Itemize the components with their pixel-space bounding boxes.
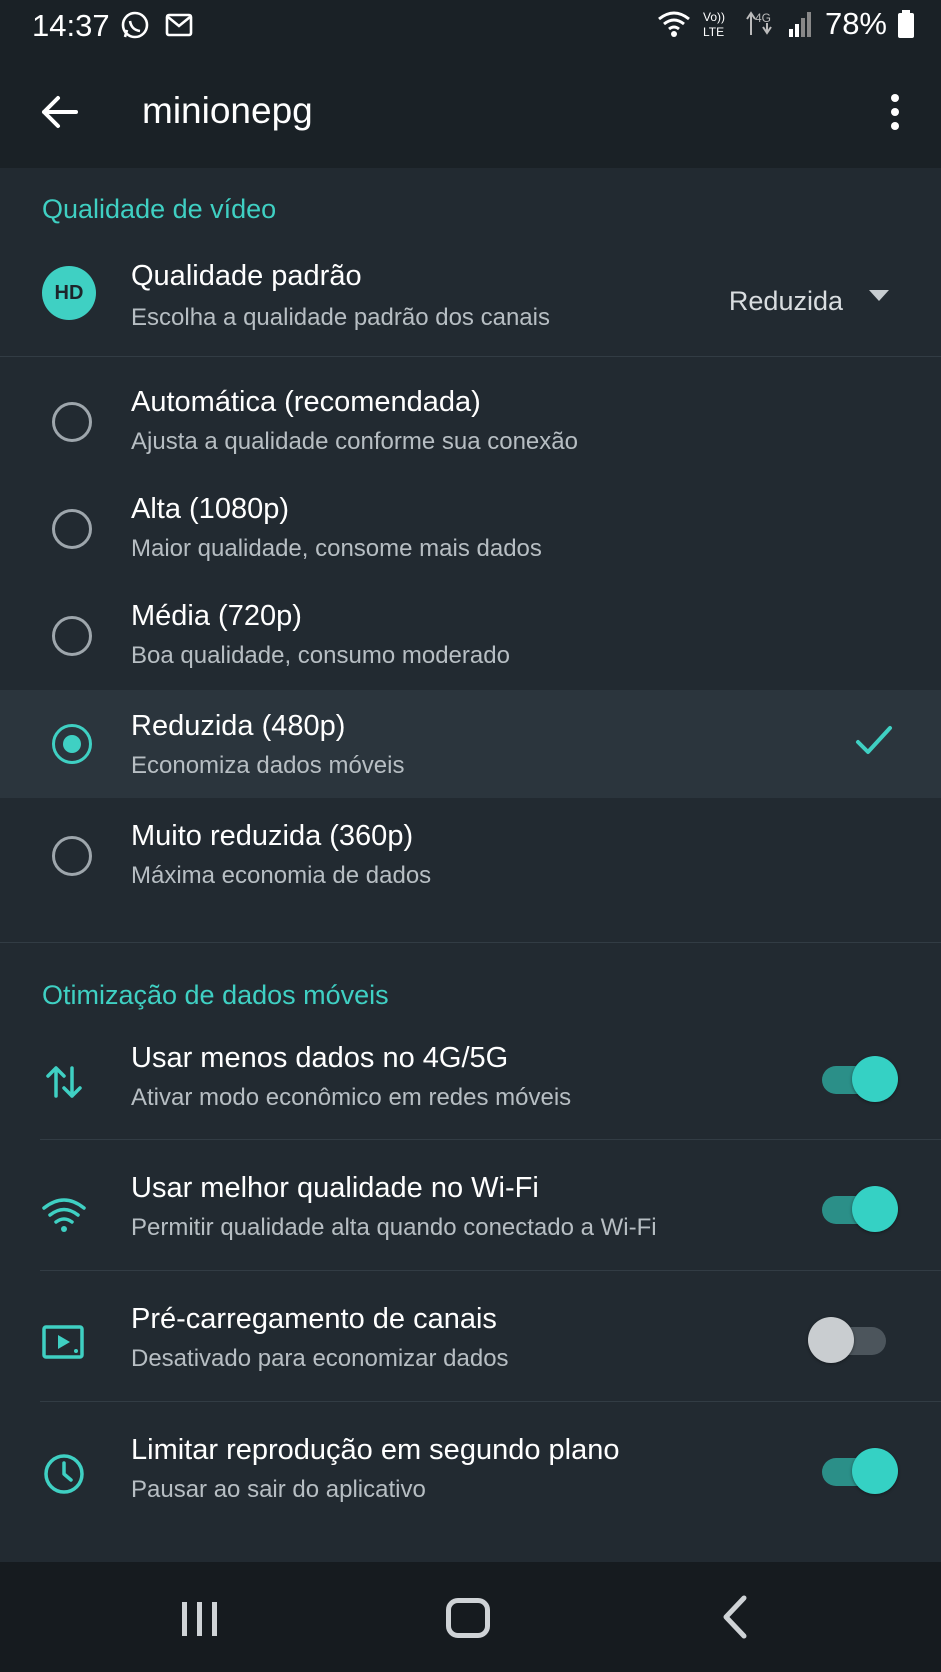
clock-icon [44, 1454, 84, 1494]
setting-subtitle: Pausar ao sair do aplicativo [131, 1476, 426, 1503]
setting-row-preload[interactable]: Pré-carregamento de canais Desativado pa… [0, 1289, 941, 1399]
section-title-video-quality: Qualidade de vídeo [42, 194, 277, 224]
setting-row-background-playback[interactable]: Limitar reprodução em segundo plano Paus… [0, 1420, 941, 1530]
default-quality-value[interactable]: Reduzida [729, 286, 843, 317]
default-quality-title: Qualidade padrão [131, 260, 362, 292]
play-preload-icon [42, 1325, 84, 1359]
option-title: Média (720p) [131, 600, 302, 632]
toggle-switch-on[interactable] [822, 1446, 898, 1496]
option-subtitle: Boa qualidade, consumo moderado [131, 642, 510, 669]
notification-icons [120, 10, 194, 40]
whatsapp-icon [121, 11, 149, 39]
battery-percent: 78% [824, 6, 887, 41]
chevron-down-icon[interactable] [869, 290, 889, 301]
quality-option-auto[interactable]: Automática (recomendada) Ajusta a qualid… [0, 364, 941, 468]
divider [0, 356, 941, 357]
page-title: minionepg [142, 90, 313, 131]
divider [40, 1139, 941, 1140]
setting-title: Limitar reprodução em segundo plano [131, 1434, 620, 1466]
data-4g-icon: 4G [746, 11, 772, 35]
settings-content: Qualidade de vídeo HD Qualidade padrão E… [0, 168, 941, 1562]
divider [40, 1270, 941, 1271]
divider [0, 942, 941, 943]
volte-icon: Vo)) LTE [703, 10, 725, 39]
hd-icon: HD [42, 266, 96, 320]
setting-row-mobile-data[interactable]: Usar menos dados no 4G/5G Ativar modo ec… [0, 1028, 941, 1138]
signal-icon [788, 12, 811, 37]
toggle-thumb [852, 1186, 898, 1232]
option-subtitle: Ajusta a qualidade conforme sua conexão [131, 428, 578, 455]
setting-subtitle: Desativado para economizar dados [131, 1345, 509, 1372]
status-bar: 14:37 Vo)) LTE 4G 78% [0, 0, 941, 54]
toggle-thumb [852, 1056, 898, 1102]
option-title: Muito reduzida (360p) [131, 820, 414, 852]
setting-title: Pré-carregamento de canais [131, 1303, 497, 1335]
toggle-thumb [852, 1448, 898, 1494]
setting-subtitle: Permitir qualidade alta quando conectado… [131, 1214, 657, 1241]
system-icons: Vo)) LTE 4G 78% [657, 6, 915, 42]
status-time: 14:37 [32, 8, 110, 43]
quality-option-very-reduced[interactable]: Muito reduzida (360p) Máxima economia de… [0, 802, 941, 906]
radio-button[interactable] [52, 402, 92, 442]
toggle-switch-on[interactable] [822, 1054, 898, 1104]
gmail-icon [165, 13, 193, 37]
option-subtitle: Máxima economia de dados [131, 862, 432, 889]
radio-button[interactable] [52, 509, 92, 549]
option-subtitle: Maior qualidade, consome mais dados [131, 535, 542, 562]
toggle-thumb [808, 1317, 854, 1363]
battery-icon [898, 10, 914, 38]
option-title: Alta (1080p) [131, 493, 289, 525]
radio-button[interactable] [52, 616, 92, 656]
more-options-icon[interactable] [883, 88, 907, 136]
divider [40, 1401, 941, 1402]
section-title-data-optimization: Otimização de dados móveis [42, 980, 389, 1010]
data-transfer-icon [46, 1066, 82, 1098]
setting-title: Usar melhor qualidade no Wi-Fi [131, 1172, 539, 1204]
check-icon [856, 726, 892, 754]
back-arrow-icon[interactable] [36, 88, 84, 136]
home-icon[interactable] [446, 1598, 490, 1638]
system-navigation-bar [0, 1562, 941, 1672]
setting-subtitle: Ativar modo econômico em redes móveis [131, 1084, 572, 1111]
recent-apps-icon[interactable] [178, 1598, 222, 1640]
toggle-switch-on[interactable] [822, 1184, 898, 1234]
option-subtitle: Economiza dados móveis [131, 752, 405, 779]
option-title: Reduzida (480p) [131, 710, 346, 742]
svg-text:4G: 4G [755, 11, 771, 25]
default-quality-row[interactable]: HD Qualidade padrão Escolha a qualidade … [0, 240, 941, 344]
app-bar: minionepg [0, 54, 941, 168]
quality-option-reduced[interactable]: Reduzida (480p) Economiza dados móveis [0, 690, 941, 798]
nav-back-icon[interactable] [720, 1594, 750, 1640]
quality-option-medium[interactable]: Média (720p) Boa qualidade, consumo mode… [0, 578, 941, 682]
wifi-icon [658, 11, 690, 37]
setting-title: Usar menos dados no 4G/5G [131, 1042, 509, 1074]
default-quality-subtitle: Escolha a qualidade padrão dos canais [131, 304, 550, 331]
radio-button[interactable] [52, 836, 92, 876]
quality-option-high[interactable]: Alta (1080p) Maior qualidade, consome ma… [0, 471, 941, 575]
svg-text:LTE: LTE [703, 25, 724, 39]
toggle-switch-off[interactable] [808, 1315, 886, 1365]
svg-text:Vo)): Vo)) [703, 10, 725, 24]
option-title: Automática (recomendada) [131, 386, 481, 418]
radio-button-selected[interactable] [52, 724, 92, 764]
setting-row-wifi-quality[interactable]: Usar melhor qualidade no Wi-Fi Permitir … [0, 1158, 941, 1268]
wifi-icon [42, 1198, 86, 1232]
